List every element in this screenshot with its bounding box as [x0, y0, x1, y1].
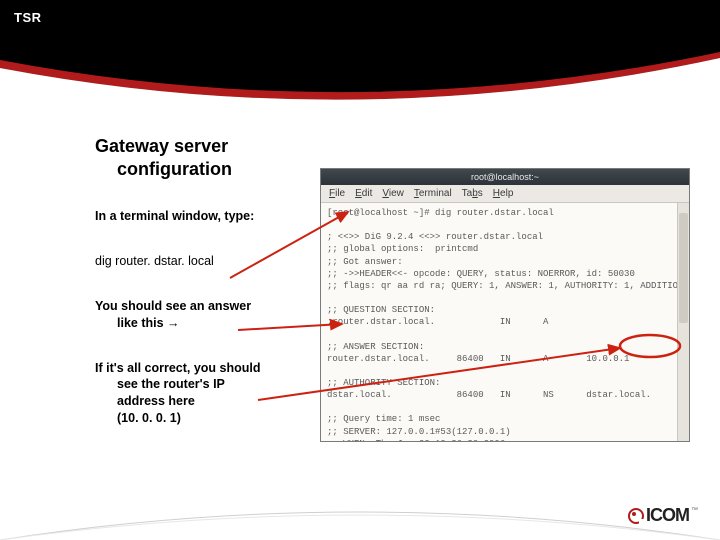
- menu-help[interactable]: Help: [493, 188, 514, 199]
- instruction-3-b: see the router's IP: [95, 376, 310, 393]
- terminal-titlebar: root@localhost:~: [321, 169, 689, 185]
- title-line1: Gateway server: [95, 136, 228, 156]
- menu-tabs[interactable]: Tabs: [462, 188, 483, 199]
- instruction-2-a: You should see an answer: [95, 299, 251, 313]
- terminal-window: root@localhost:~ File Edit View Terminal…: [320, 168, 690, 442]
- menu-edit[interactable]: Edit: [355, 188, 372, 199]
- instruction-2-b: like this →: [95, 315, 310, 332]
- menu-file[interactable]: File: [329, 188, 345, 199]
- command-text: dig router. dstar. local: [95, 253, 310, 270]
- footer: ICOM ™: [0, 480, 720, 540]
- terminal-body[interactable]: [root@localhost ~]# dig router.dstar.loc…: [321, 203, 689, 441]
- scrollbar-thumb[interactable]: [679, 213, 688, 323]
- instruction-3-a: If it's all correct, you should: [95, 361, 261, 375]
- instruction-3-c: address here: [95, 393, 310, 410]
- instruction-3-d: (10. 0. 0. 1): [95, 410, 310, 427]
- logo-tm: ™: [691, 507, 698, 514]
- instruction-2: You should see an answer like this →: [95, 298, 310, 332]
- terminal-scrollbar[interactable]: [677, 203, 689, 441]
- menu-view[interactable]: View: [382, 188, 404, 199]
- slide-title: Gateway server configuration: [95, 135, 310, 180]
- menu-terminal[interactable]: Terminal: [414, 188, 452, 199]
- left-column: Gateway server configuration In a termin…: [95, 135, 310, 427]
- instruction-3: If it's all correct, you should see the …: [95, 360, 310, 428]
- logo-circle-icon: [628, 508, 644, 524]
- header-band: TSR: [0, 0, 720, 110]
- title-line2: configuration: [95, 158, 310, 181]
- instruction-1: In a terminal window, type:: [95, 208, 310, 225]
- header-badge: TSR: [14, 10, 42, 25]
- terminal-menubar[interactable]: File Edit View Terminal Tabs Help: [321, 185, 689, 203]
- brand-logo: ICOM ™: [628, 505, 698, 526]
- logo-text: ICOM: [646, 505, 689, 526]
